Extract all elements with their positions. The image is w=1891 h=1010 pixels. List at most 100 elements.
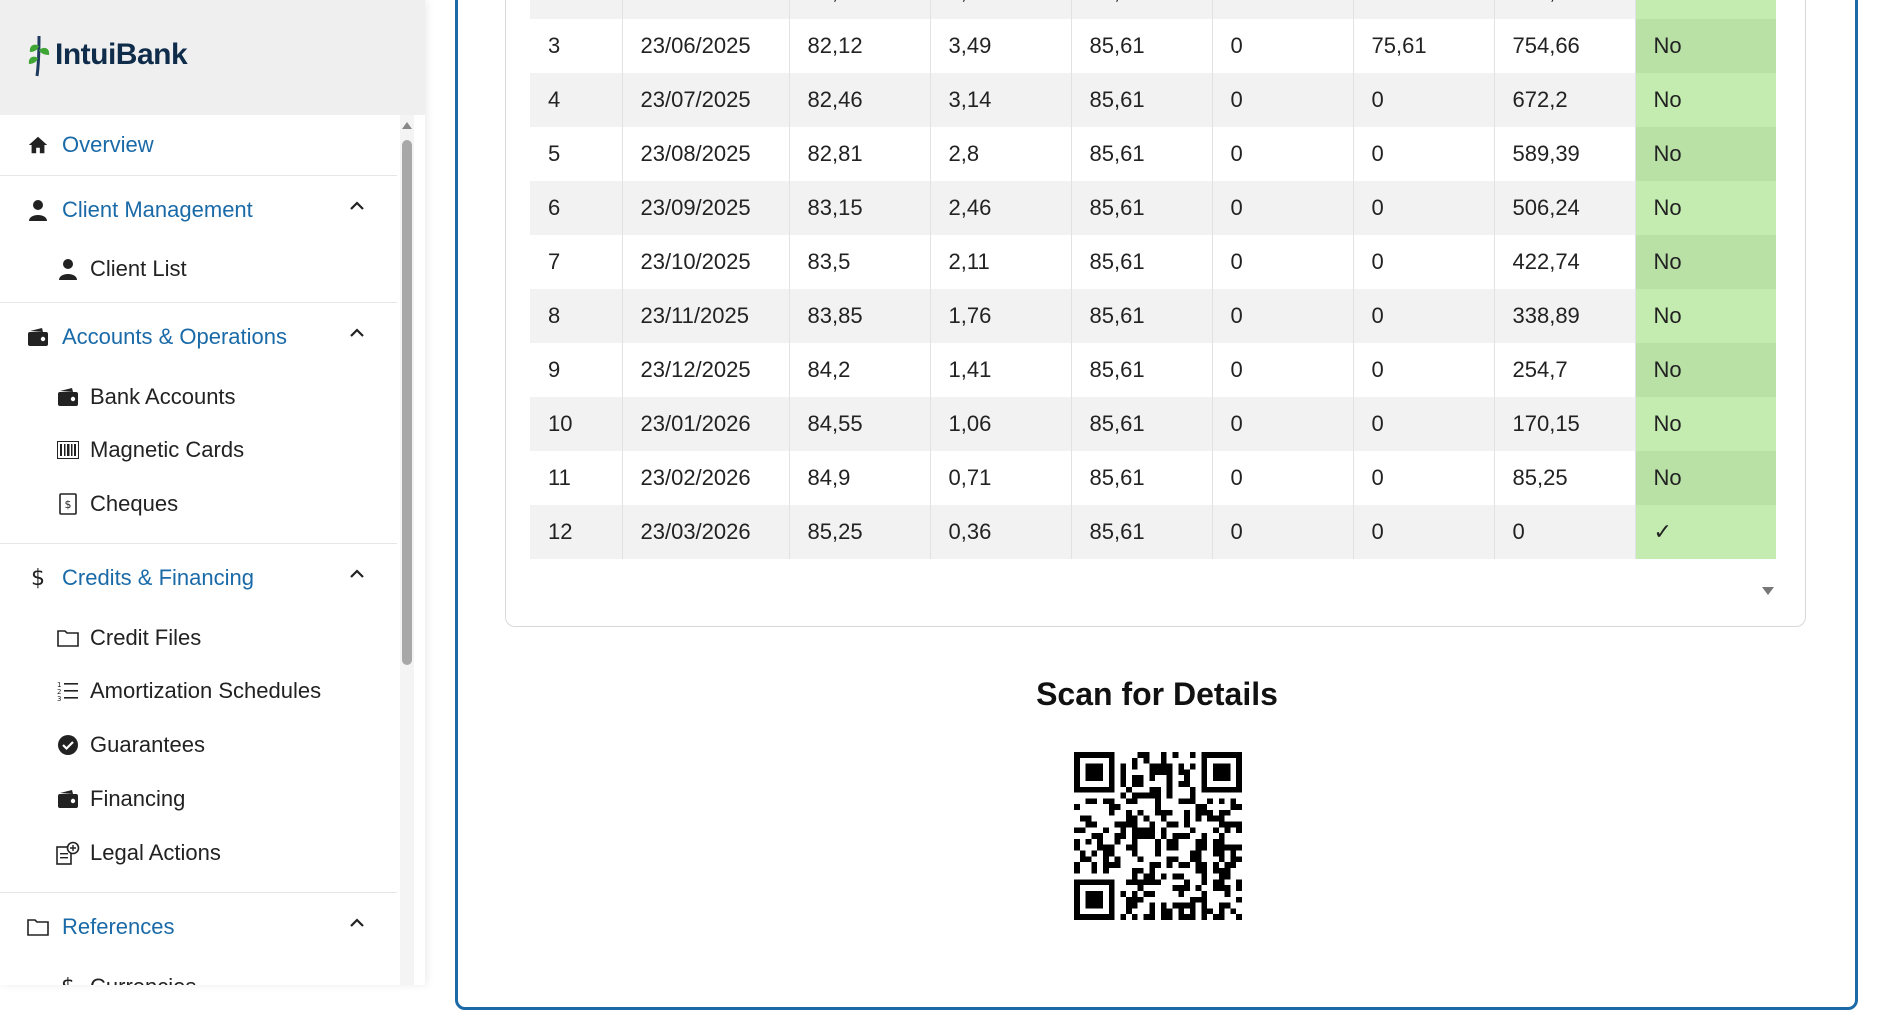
chevron-up-icon[interactable] [347,323,367,343]
table-row: 12 23/03/2026 85,25 0,36 85,61 0 0 0 ✓ [530,505,1776,559]
sidebar-item-label: Client List [90,256,187,281]
sidebar-item-bank-accounts[interactable]: Bank Accounts [0,371,397,423]
sidebar-item-guarantees[interactable]: Guarantees [0,718,397,772]
sidebar-item-label: Financing [90,786,186,811]
amortization-table: 223/05/202581,783,8385,61100836,78✓323/0… [530,0,1776,559]
table-cell: 422,74 [1494,235,1636,289]
wallet-icon [56,385,80,409]
table-cell: 7 [530,235,623,289]
nav-overview-section: Overview [0,115,397,176]
sidebar-item-label: Credit Files [90,625,202,650]
table-cell: 85,61 [1071,235,1213,289]
sidebar-section-label: Client Management [62,197,253,222]
sidebar-item-cheques[interactable]: $ Cheques [0,477,397,531]
sidebar-item-magnetic-cards[interactable]: Magnetic Cards [0,423,397,477]
paid-status-cell: ✓ [1635,505,1776,559]
table-cell: 0 [1212,73,1354,127]
logo-leaf-icon [28,35,50,77]
scroll-down-arrow-icon[interactable] [1760,584,1776,598]
paid-status-cell: No [1635,397,1776,451]
table-cell: 0,36 [930,505,1072,559]
sidebar-item-label: Bank Accounts [90,384,236,409]
sidebar-item-financing[interactable]: Financing [0,772,397,826]
table-cell: 85,61 [1071,19,1213,73]
paid-status-cell: No [1635,181,1776,235]
table-cell: 3,83 [930,0,1072,19]
table-row: 9 23/12/2025 84,2 1,41 85,61 0 0 254,7 No [530,343,1776,397]
table-cell: 82,81 [789,127,931,181]
table-cell: 23/05/2025 [622,0,790,19]
paid-status-cell: No [1635,73,1776,127]
table-cell: 0 [1353,289,1495,343]
table-row: 223/05/202581,783,8385,61100836,78✓ [530,0,1776,19]
table-cell: 12 [530,505,623,559]
table-row: 3 23/06/2025 82,12 3,49 85,61 0 75,61 754,66 No [530,19,1776,73]
sidebar-item-label: Legal Actions [90,840,221,865]
table-row: 7 23/10/2025 83,5 2,11 85,61 0 0 422,74 No [530,235,1776,289]
chevron-up-icon[interactable] [347,913,367,933]
table-cell: 84,9 [789,451,931,505]
table-cell: 11 [530,451,623,505]
sidebar-scrollbar-thumb[interactable] [402,140,412,665]
sidebar-section-client-management[interactable]: Client Management [0,176,397,244]
table-cell: 0 [1353,505,1495,559]
table-cell: 23/08/2025 [622,127,790,181]
scroll-up-arrow-icon[interactable] [400,118,414,132]
sidebar-item-overview[interactable]: Overview [0,115,397,175]
sidebar-section-accounts-operations[interactable]: Accounts & Operations [0,303,397,371]
table-cell: 85,61 [1071,505,1213,559]
table-cell: 85,25 [1494,451,1636,505]
table-cell: 0 [1212,127,1354,181]
chevron-up-icon[interactable] [347,564,367,584]
table-cell: 1,41 [930,343,1072,397]
sidebar-item-currencies[interactable]: $ Currencies [0,961,397,985]
table-cell: 2,46 [930,181,1072,235]
cheque-icon: $ [56,492,80,516]
barcode-icon [56,438,80,462]
table-cell: 0 [1353,397,1495,451]
table-cell: 170,15 [1494,397,1636,451]
legal-icon [56,841,80,865]
paid-status-cell: No [1635,289,1776,343]
table-cell: 23/09/2025 [622,181,790,235]
table-cell: 0 [1212,181,1354,235]
sidebar-section-label: References [62,914,175,939]
table-cell: 10 [1212,0,1354,19]
sidebar-section-references[interactable]: References [0,893,397,961]
sidebar-item-client-list[interactable]: Client List [0,244,397,294]
table-cell: 0 [1353,181,1495,235]
table-cell: 10 [530,397,623,451]
table-cell: 4 [530,73,623,127]
chevron-up-icon[interactable] [347,196,367,216]
table-cell: 0 [1494,505,1636,559]
table-cell: 9 [530,343,623,397]
paid-status-cell: No [1635,19,1776,73]
paid-status-cell: No [1635,127,1776,181]
sidebar-item-credit-files[interactable]: Credit Files [0,612,397,664]
table-cell: 2 [530,0,623,19]
table-cell: 589,39 [1494,127,1636,181]
brand-header: IntuiBank [0,0,425,115]
sidebar-item-label: Currencies [90,974,196,985]
table-cell: 84,2 [789,343,931,397]
table-cell: 85,61 [1071,73,1213,127]
sidebar-section-credits-financing[interactable]: $ Credits & Financing [0,544,397,612]
table-cell: 0 [1212,289,1354,343]
table-cell: 2,8 [930,127,1072,181]
user-icon [56,257,80,281]
dollar-icon: $ [31,565,45,591]
nav-section-references: References $ Currencies [0,893,397,985]
wallet-icon [26,325,50,349]
sidebar-item-label: Overview [62,132,154,157]
table-cell: 83,5 [789,235,931,289]
sidebar-item-legal-actions[interactable]: Legal Actions [0,826,397,880]
table-row: 5 23/08/2025 82,81 2,8 85,61 0 0 589,39 No [530,127,1776,181]
table-cell: 506,24 [1494,181,1636,235]
table-cell: 83,15 [789,181,931,235]
nav-section-credits-financing: $ Credits & Financing Credit Files 123 A… [0,544,397,893]
sidebar-item-label: Magnetic Cards [90,437,245,462]
brand-name: IntuiBank [55,38,188,71]
table-cell: 8 [530,289,623,343]
table-cell: 85,61 [1071,343,1213,397]
table-cell: 23/12/2025 [622,343,790,397]
